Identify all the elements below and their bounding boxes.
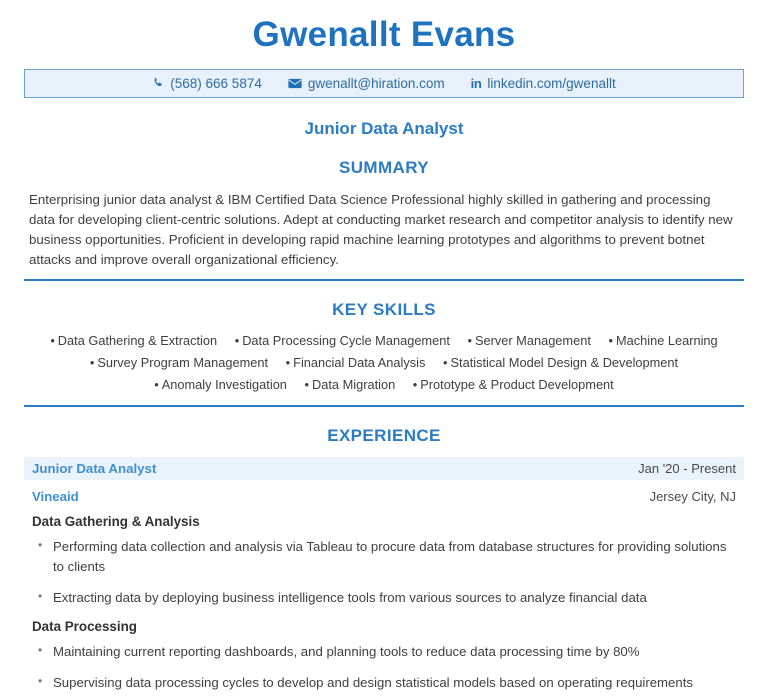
skill-label: Data Gathering & Extraction xyxy=(57,333,218,349)
contact-linkedin-text: linkedin.com/gwenallt xyxy=(487,75,616,91)
skill-label: Server Management xyxy=(474,333,591,349)
section-title-experience: EXPERIENCE xyxy=(327,426,441,446)
key-skills-list: • Data Gathering & Extraction • Data Proce… xyxy=(24,330,744,396)
skill-item: • Prototype & Product Development xyxy=(413,377,614,392)
experience-date: Jan '20 - Present xyxy=(638,461,736,477)
section-title-key-skills: KEY SKILLS xyxy=(332,300,436,320)
bullet-dot-icon: • xyxy=(467,333,472,349)
resume-page: Gwenallt Evans (568) 666 5874 gwenallt@h… xyxy=(0,0,768,697)
experience-entry: Junior Data Analyst Jan '20 - Present Vi… xyxy=(0,457,768,692)
experience-role-band: Junior Data Analyst Jan '20 - Present xyxy=(24,457,744,481)
contact-phone[interactable]: (568) 666 5874 xyxy=(152,76,262,91)
experience-group-heading: Data Gathering & Analysis xyxy=(32,514,200,530)
skill-item: • Data Processing Cycle Management xyxy=(235,333,450,348)
section-title-summary: SUMMARY xyxy=(339,157,429,177)
bullet-dot-icon: • xyxy=(608,333,613,349)
skill-label: Prototype & Product Development xyxy=(420,377,614,393)
skill-item: • Survey Program Management xyxy=(90,355,268,370)
divider-key-skills xyxy=(24,405,744,408)
skill-label: Anomaly Investigation xyxy=(161,377,287,393)
skill-label: Statistical Model Design & Development xyxy=(450,355,679,371)
skill-item: • Anomaly Investigation xyxy=(154,377,287,392)
skill-label: Survey Program Management xyxy=(97,355,269,371)
bullet-dot-icon: • xyxy=(304,377,309,393)
bullet-dot-icon: • xyxy=(285,355,291,371)
contact-email[interactable]: gwenallt@hiration.com xyxy=(288,76,445,91)
skill-item: • Data Migration xyxy=(305,377,396,392)
experience-location: Jersey City, NJ xyxy=(649,489,736,505)
key-skills-row: • Data Gathering & Extraction • Data Proce… xyxy=(24,330,744,352)
bullet-dot-icon: • xyxy=(50,333,55,349)
contact-linkedin[interactable]: in linkedin.com/gwenallt xyxy=(471,76,616,91)
experience-bullet-list: Maintaining current reporting dashboards… xyxy=(32,641,736,693)
experience-bullet: Performing data collection and analysis … xyxy=(32,536,736,577)
experience-company-row: Vineaid Jersey City, NJ xyxy=(32,489,736,504)
bullet-dot-icon: • xyxy=(443,355,448,371)
experience-group-heading: Data Processing xyxy=(32,618,137,634)
contact-email-text: gwenallt@hiration.com xyxy=(307,75,445,91)
contact-bar: (568) 666 5874 gwenallt@hiration.com in … xyxy=(24,68,744,98)
experience-bullet-list: Performing data collection and analysis … xyxy=(32,536,736,608)
experience-bullet: Supervising data processing cycles to de… xyxy=(32,672,736,693)
candidate-name: Gwenallt Evans xyxy=(252,15,516,54)
summary-text: Enterprising junior data analyst & IBM C… xyxy=(29,191,733,268)
skill-label: Financial Data Analysis xyxy=(293,355,426,371)
envelope-icon xyxy=(288,78,302,89)
linkedin-icon: in xyxy=(470,75,482,91)
experience-company[interactable]: Vineaid xyxy=(32,489,79,504)
skill-item: • Data Gathering & Extraction xyxy=(50,333,217,348)
bullet-dot-icon: • xyxy=(154,377,159,393)
skill-label: Machine Learning xyxy=(615,333,718,349)
experience-bullet: Maintaining current reporting dashboards… xyxy=(32,641,736,662)
bullet-dot-icon: • xyxy=(234,333,240,349)
skill-label: Data Migration xyxy=(311,377,396,393)
bullet-dot-icon: • xyxy=(89,355,95,371)
key-skills-row: • Survey Program Management • Financial Da… xyxy=(24,352,744,374)
bullet-dot-icon: • xyxy=(412,377,418,393)
contact-phone-text: (568) 666 5874 xyxy=(170,75,262,91)
skill-item: • Machine Learning xyxy=(608,333,717,348)
skill-item: • Server Management xyxy=(467,333,590,348)
skill-item: • Statistical Model Design & Development xyxy=(443,355,678,370)
experience-role: Junior Data Analyst xyxy=(32,461,157,477)
experience-bullet: Extracting data by deploying business in… xyxy=(32,587,736,608)
skill-item: • Financial Data Analysis xyxy=(286,355,426,370)
candidate-job-title: Junior Data Analyst xyxy=(304,118,464,138)
skill-label: Data Processing Cycle Management xyxy=(242,333,450,349)
key-skills-row: • Anomaly Investigation • Data Migration •… xyxy=(24,374,744,396)
phone-icon xyxy=(152,77,164,89)
divider-summary xyxy=(24,279,744,282)
